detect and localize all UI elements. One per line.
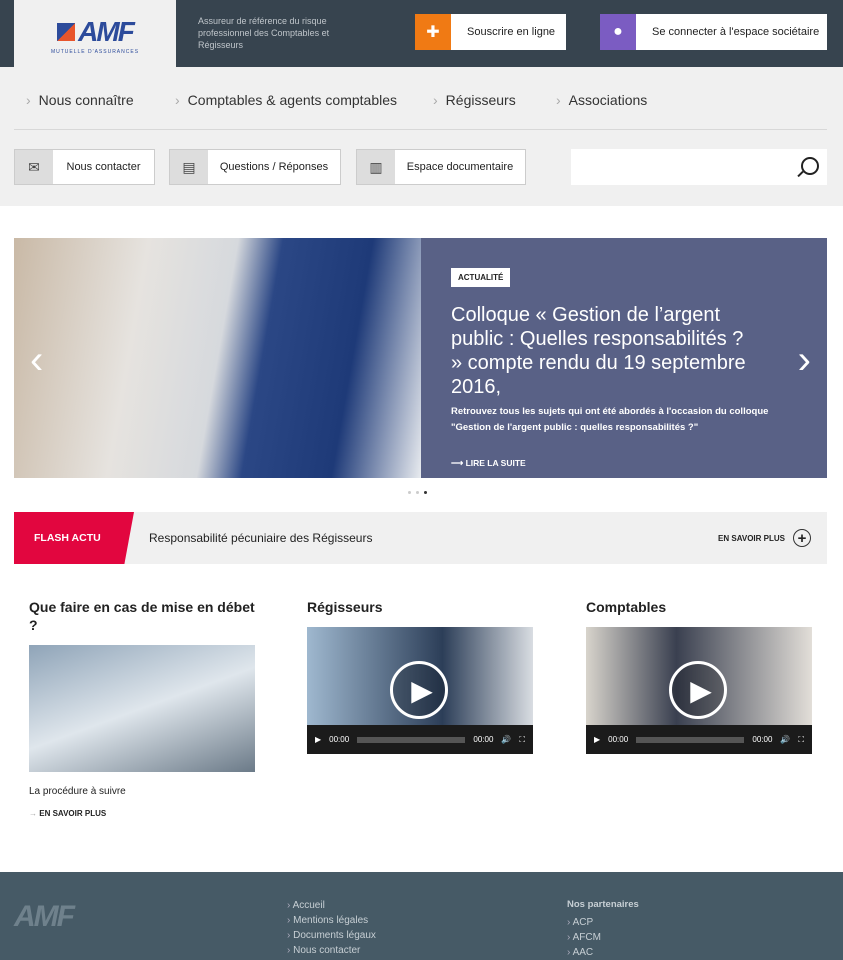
logo-mark-icon — [57, 22, 76, 41]
column-regisseurs: Régisseurs ▶ ▶ 00:00 00:00 🔊 ⛶ — [307, 598, 533, 754]
user-icon: ● — [600, 14, 636, 50]
video-controls: ▶ 00:00 00:00 🔊 ⛶ — [586, 725, 812, 754]
document-icon: ▥ — [357, 150, 395, 184]
tagline: Assureur de référence du risque professi… — [198, 16, 330, 50]
video-seekbar[interactable] — [357, 736, 466, 743]
docs-button[interactable]: ▥ Espace documentaire — [356, 149, 526, 185]
flash-more-link[interactable]: EN SAVOIR PLUS + — [718, 529, 811, 547]
main-nav: › Nous connaître › Comptables & agents com… — [0, 67, 843, 206]
footer: AMF Accueil Mentions légales Documents l… — [0, 872, 843, 960]
play-button-icon[interactable]: ▶ — [594, 735, 600, 744]
nav-label: Nous connaître — [38, 92, 134, 108]
category-badge: ACTUALITÉ — [451, 268, 511, 287]
nav-label: Régisseurs — [445, 92, 516, 108]
partner-link[interactable]: AAC — [567, 945, 601, 960]
login-label: Se connecter à l'espace sociétaire — [652, 26, 820, 38]
footer-link[interactable]: Accueil — [287, 898, 376, 913]
calculator-image — [29, 645, 255, 772]
faq-label: Questions / Réponses — [219, 161, 329, 173]
prev-slide-icon[interactable]: ‹ — [30, 338, 43, 383]
footer-links: Accueil Mentions légales Documents légau… — [287, 898, 376, 958]
play-button-icon[interactable]: ▶ — [315, 735, 321, 744]
video-controls: ▶ 00:00 00:00 🔊 ⛶ — [307, 725, 533, 754]
column-more-link[interactable]: → EN SAVOIR PLUS — [29, 809, 255, 818]
chevron-right-icon: › — [26, 92, 31, 108]
fullscreen-icon[interactable]: ⛶ — [798, 735, 804, 745]
logo-subtitle: MUTUELLE D'ASSURANCES — [50, 48, 140, 55]
docs-label: Espace documentaire — [406, 161, 514, 173]
partners-title: Nos partenaires — [567, 899, 639, 910]
chevron-right-icon: › — [175, 92, 180, 108]
read-more-label: LIRE LA SUITE — [465, 458, 526, 468]
column-title: Comptables — [586, 599, 667, 615]
video-seekbar[interactable] — [636, 736, 745, 743]
flash-news: FLASH ACTU Responsabilité pécuniaire des… — [14, 512, 827, 564]
volume-icon[interactable]: 🔊 — [780, 735, 790, 744]
nav-item-regisseurs[interactable]: › Régisseurs — [433, 92, 516, 108]
footer-logo: AMF — [14, 900, 75, 933]
slide-dot[interactable] — [408, 491, 411, 494]
contact-button[interactable]: ✉ Nous contacter — [14, 149, 155, 185]
arrow-right-icon: ⟶ — [451, 458, 466, 468]
document-add-icon: ✚ — [415, 14, 451, 50]
envelope-icon: ✉ — [15, 150, 53, 184]
video-time: 00:00 — [608, 735, 629, 744]
slide-dot[interactable] — [416, 491, 419, 494]
search-icon[interactable] — [801, 157, 819, 175]
arrow-right-icon: → — [29, 809, 40, 818]
contact-label: Nous contacter — [66, 161, 141, 173]
column-comptables: Comptables ▶ ▶ 00:00 00:00 🔊 ⛶ — [586, 598, 812, 754]
footer-link[interactable]: Nous contacter — [287, 943, 376, 958]
login-button[interactable]: ● Se connecter à l'espace sociétaire — [600, 14, 827, 50]
plus-circle-icon: + — [793, 529, 811, 547]
slide-panel: ACTUALITÉ Colloque « Gestion de l’argent… — [421, 238, 827, 478]
hero-slider: ACTUALITÉ Colloque « Gestion de l’argent… — [14, 238, 827, 478]
flash-tag: FLASH ACTU — [14, 512, 134, 564]
partner-link[interactable]: AFCM — [567, 930, 601, 945]
flash-more-label: EN SAVOIR PLUS — [718, 533, 785, 543]
footer-link[interactable]: Mentions légales — [287, 913, 376, 928]
column-title: Que faire en cas de mise en débet ? — [29, 599, 255, 633]
logo-text: AMF — [78, 15, 135, 47]
column-more-label: EN SAVOIR PLUS — [39, 809, 107, 818]
partner-link[interactable]: ACP — [567, 915, 601, 930]
search-input[interactable] — [571, 149, 827, 185]
video-player[interactable]: ▶ ▶ 00:00 00:00 🔊 ⛶ — [307, 627, 533, 754]
slider-dots — [408, 491, 427, 494]
nav-item-comptables[interactable]: › Comptables & agents comptables — [175, 92, 397, 108]
flash-message[interactable]: Responsabilité pécuniaire des Régisseurs — [149, 531, 372, 545]
video-player[interactable]: ▶ ▶ 00:00 00:00 🔊 ⛶ — [586, 627, 812, 754]
video-duration: 00:00 — [752, 735, 773, 744]
next-slide-icon[interactable]: › — [798, 338, 811, 383]
volume-icon[interactable]: 🔊 — [501, 735, 511, 744]
video-time: 00:00 — [329, 735, 350, 744]
chevron-right-icon: › — [556, 92, 561, 108]
nav-item-associations[interactable]: › Associations — [556, 92, 647, 108]
nav-item-nous-connaitre[interactable]: › Nous connaître — [26, 92, 134, 108]
slide-dot-active[interactable] — [424, 491, 427, 494]
nav-label: Associations — [568, 92, 648, 108]
partner-links: ACP AFCM AAC — [567, 915, 601, 960]
divider — [14, 129, 827, 130]
read-more-link[interactable]: ⟶ LIRE LA SUITE — [451, 458, 526, 469]
slide-title[interactable]: Colloque « Gestion de l’argent public : … — [451, 303, 751, 399]
slide-image — [14, 238, 421, 478]
footer-link[interactable]: Documents légaux — [287, 928, 376, 943]
fullscreen-icon[interactable]: ⛶ — [519, 735, 525, 745]
subscribe-button[interactable]: ✚ Souscrire en ligne — [415, 14, 566, 50]
column-caption: La procédure à suivre — [29, 786, 126, 797]
column-title: Régisseurs — [307, 599, 383, 615]
slide-description: Retrouvez tous les sujets qui ont été ab… — [451, 406, 769, 433]
video-duration: 00:00 — [473, 735, 494, 744]
column-debet: Que faire en cas de mise en débet ? La p… — [29, 598, 255, 818]
chat-icon: ▤ — [170, 150, 208, 184]
faq-button[interactable]: ▤ Questions / Réponses — [169, 149, 341, 185]
play-icon[interactable]: ▶ — [390, 661, 448, 719]
chevron-right-icon: › — [433, 92, 438, 108]
subscribe-label: Souscrire en ligne — [467, 26, 556, 38]
play-icon[interactable]: ▶ — [669, 661, 727, 719]
nav-label: Comptables & agents comptables — [187, 92, 398, 108]
logo[interactable]: AMF MUTUELLE D'ASSURANCES — [14, 0, 176, 70]
